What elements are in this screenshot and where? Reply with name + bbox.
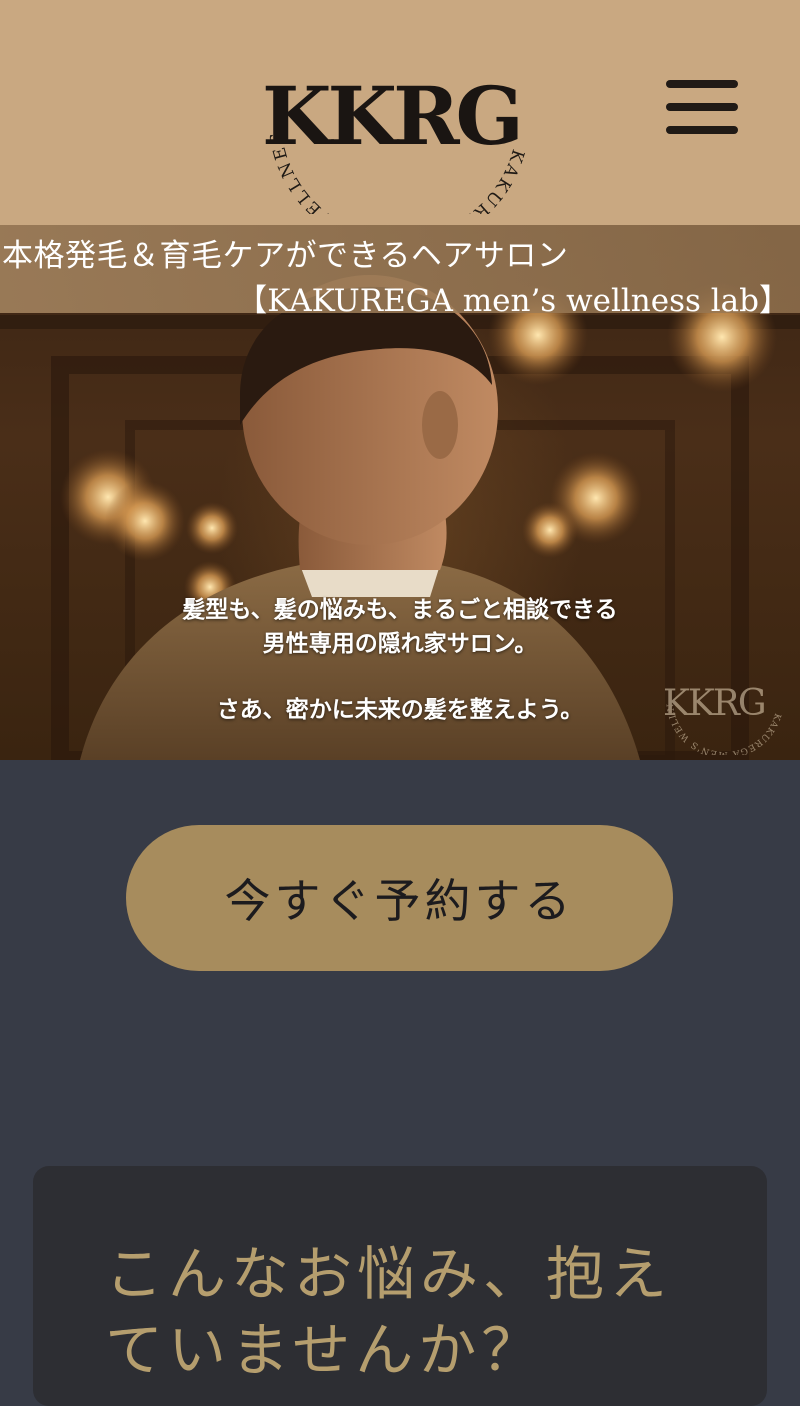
logo-text: KKRG bbox=[262, 69, 520, 163]
logo-graphic: KAKUREGA MEN'S WELLNES LAB KKRG bbox=[262, 24, 525, 214]
hero-section: 本格発毛＆育毛ケアができるヘアサロン 【KAKUREGA men’s welln… bbox=[0, 225, 800, 760]
logo-watermark: KAKUREGA MEN'S WELLNES LAB KKRG bbox=[655, 645, 781, 755]
hero-title-band: 本格発毛＆育毛ケアができるヘアサロン 【KAKUREGA men’s welln… bbox=[0, 225, 800, 319]
worries-heading: こんなお悩み、抱えていませんか？ bbox=[105, 1240, 673, 1384]
hero-salon-name: 【KAKUREGA men’s wellness lab】 bbox=[236, 283, 790, 319]
menu-button[interactable] bbox=[660, 72, 744, 142]
hamburger-menu-icon-bar bbox=[666, 103, 738, 111]
site-header: KAKUREGA MEN'S WELLNES LAB KKRG bbox=[0, 0, 800, 225]
site-logo[interactable]: KAKUREGA MEN'S WELLNES LAB KKRG bbox=[262, 24, 537, 214]
hamburger-menu-icon bbox=[666, 80, 738, 88]
hero-title: 本格発毛＆育毛ケアができるヘアサロン bbox=[2, 238, 569, 274]
hero-copy-line: 髪型も、髪の悩みも、まるごと相談できる bbox=[182, 596, 618, 623]
reserve-now-button[interactable]: 今すぐ予約する bbox=[126, 825, 673, 971]
hamburger-menu-icon-bar bbox=[666, 126, 738, 134]
worries-card: こんなお悩み、抱えていませんか？ bbox=[33, 1166, 767, 1406]
watermark-text: KKRG bbox=[663, 683, 765, 724]
